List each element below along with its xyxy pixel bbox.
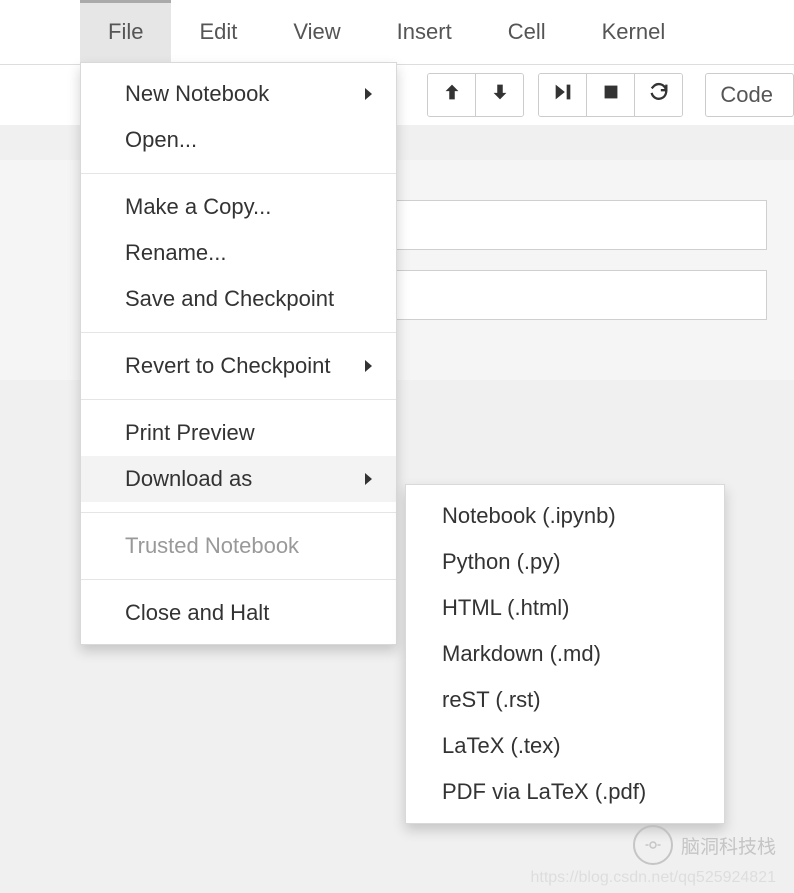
menu-edit-label: Edit [199, 19, 237, 45]
file-print-preview-label: Print Preview [125, 420, 255, 446]
download-md-label: Markdown (.md) [442, 641, 601, 666]
download-tex-label: LaTeX (.tex) [442, 733, 561, 758]
file-trusted-label: Trusted Notebook [125, 533, 299, 559]
file-save-checkpoint-label: Save and Checkpoint [125, 286, 334, 312]
chevron-right-icon [365, 88, 372, 100]
file-revert[interactable]: Revert to Checkpoint [81, 343, 396, 389]
menu-view-label: View [293, 19, 340, 45]
download-html-label: HTML (.html) [442, 595, 570, 620]
download-py[interactable]: Python (.py) [406, 539, 724, 585]
download-ipynb[interactable]: Notebook (.ipynb) [406, 493, 724, 539]
chevron-right-icon [365, 360, 372, 372]
download-ipynb-label: Notebook (.ipynb) [442, 503, 616, 528]
file-print-preview[interactable]: Print Preview [81, 410, 396, 456]
file-rename[interactable]: Rename... [81, 230, 396, 276]
download-rst[interactable]: reST (.rst) [406, 677, 724, 723]
divider [81, 332, 396, 333]
menu-cell-label: Cell [508, 19, 546, 45]
cell-type-select[interactable]: Code [705, 73, 794, 117]
file-dropdown: New Notebook Open... Make a Copy... Rena… [80, 62, 397, 645]
download-pdf-label: PDF via LaTeX (.pdf) [442, 779, 646, 804]
file-save-checkpoint[interactable]: Save and Checkpoint [81, 276, 396, 322]
file-open-label: Open... [125, 127, 197, 153]
divider [81, 399, 396, 400]
watermark-icon [633, 825, 673, 865]
file-trusted: Trusted Notebook [81, 523, 396, 569]
file-revert-label: Revert to Checkpoint [125, 353, 330, 379]
stop-icon [600, 81, 622, 109]
file-download-as-label: Download as [125, 466, 252, 492]
restart-button[interactable] [635, 74, 682, 116]
run-button[interactable] [539, 74, 587, 116]
arrow-down-icon [489, 81, 511, 109]
chevron-right-icon [365, 473, 372, 485]
file-open[interactable]: Open... [81, 117, 396, 163]
arrow-up-icon [441, 81, 463, 109]
file-close-halt-label: Close and Halt [125, 600, 269, 626]
watermark-url: https://blog.csdn.net/qq525924821 [530, 869, 776, 887]
download-as-submenu: Notebook (.ipynb) Python (.py) HTML (.ht… [405, 484, 725, 824]
file-make-copy-label: Make a Copy... [125, 194, 271, 220]
toolbar-run-group [538, 73, 683, 117]
download-html[interactable]: HTML (.html) [406, 585, 724, 631]
menu-file[interactable]: File [80, 0, 171, 64]
download-rst-label: reST (.rst) [442, 687, 541, 712]
menu-file-label: File [108, 19, 143, 45]
menu-insert[interactable]: Insert [369, 0, 480, 64]
file-new-notebook[interactable]: New Notebook [81, 71, 396, 117]
divider [81, 512, 396, 513]
menu-kernel[interactable]: Kernel [574, 0, 694, 64]
menu-cell[interactable]: Cell [480, 0, 574, 64]
menubar: File Edit View Insert Cell Kernel [0, 0, 794, 65]
file-new-notebook-label: New Notebook [125, 81, 269, 107]
refresh-icon [648, 81, 670, 109]
divider [81, 173, 396, 174]
interrupt-button[interactable] [587, 74, 635, 116]
toolbar-move-group [427, 73, 524, 117]
file-download-as[interactable]: Download as [81, 456, 396, 502]
file-close-halt[interactable]: Close and Halt [81, 590, 396, 636]
cell-type-value: Code [720, 82, 773, 108]
watermark: 脑洞科技栈 [633, 825, 776, 865]
download-tex[interactable]: LaTeX (.tex) [406, 723, 724, 769]
menu-view[interactable]: View [265, 0, 368, 64]
download-md[interactable]: Markdown (.md) [406, 631, 724, 677]
menu-edit[interactable]: Edit [171, 0, 265, 64]
menu-insert-label: Insert [397, 19, 452, 45]
step-forward-icon [552, 81, 574, 109]
menu-kernel-label: Kernel [602, 19, 666, 45]
file-make-copy[interactable]: Make a Copy... [81, 184, 396, 230]
download-py-label: Python (.py) [442, 549, 561, 574]
watermark-text: 脑洞科技栈 [681, 832, 776, 859]
file-rename-label: Rename... [125, 240, 227, 266]
move-down-button[interactable] [476, 74, 523, 116]
download-pdf[interactable]: PDF via LaTeX (.pdf) [406, 769, 724, 815]
move-up-button[interactable] [428, 74, 476, 116]
menubar-spacer [0, 0, 80, 64]
divider [81, 579, 396, 580]
